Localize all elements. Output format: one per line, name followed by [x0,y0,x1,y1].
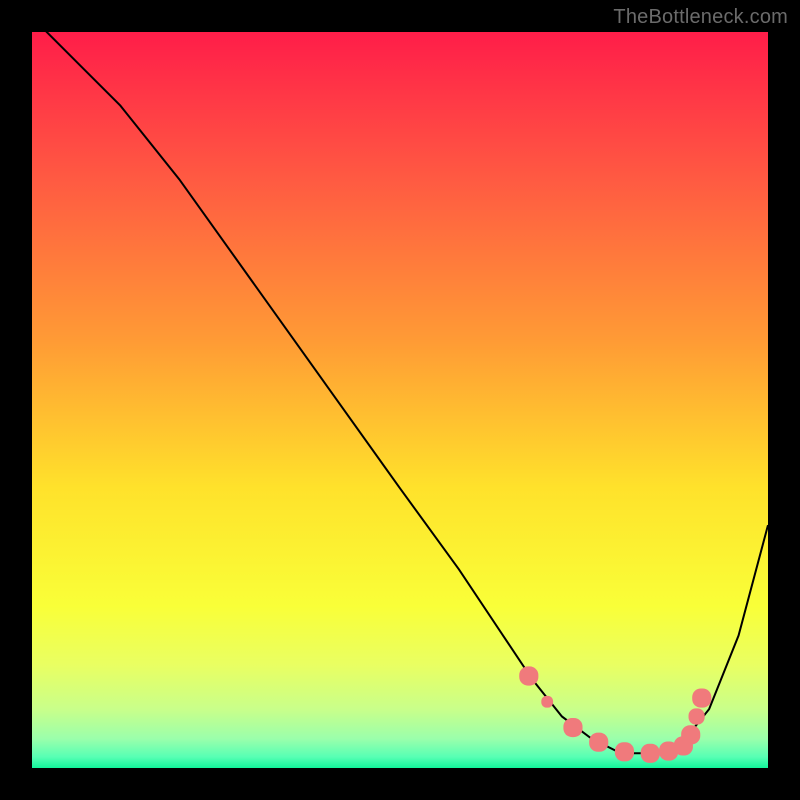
marker-dot [615,742,634,761]
chart-frame: TheBottleneck.com [0,0,800,800]
marker-dot [589,733,608,752]
marker-dot [692,689,711,708]
marker-dot [519,666,538,685]
marker-dot [541,696,553,708]
marker-dot [641,744,660,763]
chart-svg [32,32,768,768]
gradient-background [32,32,768,768]
attribution-text: TheBottleneck.com [613,6,788,29]
marker-dot [681,725,700,744]
marker-dot [563,718,582,737]
marker-dot [689,708,705,724]
